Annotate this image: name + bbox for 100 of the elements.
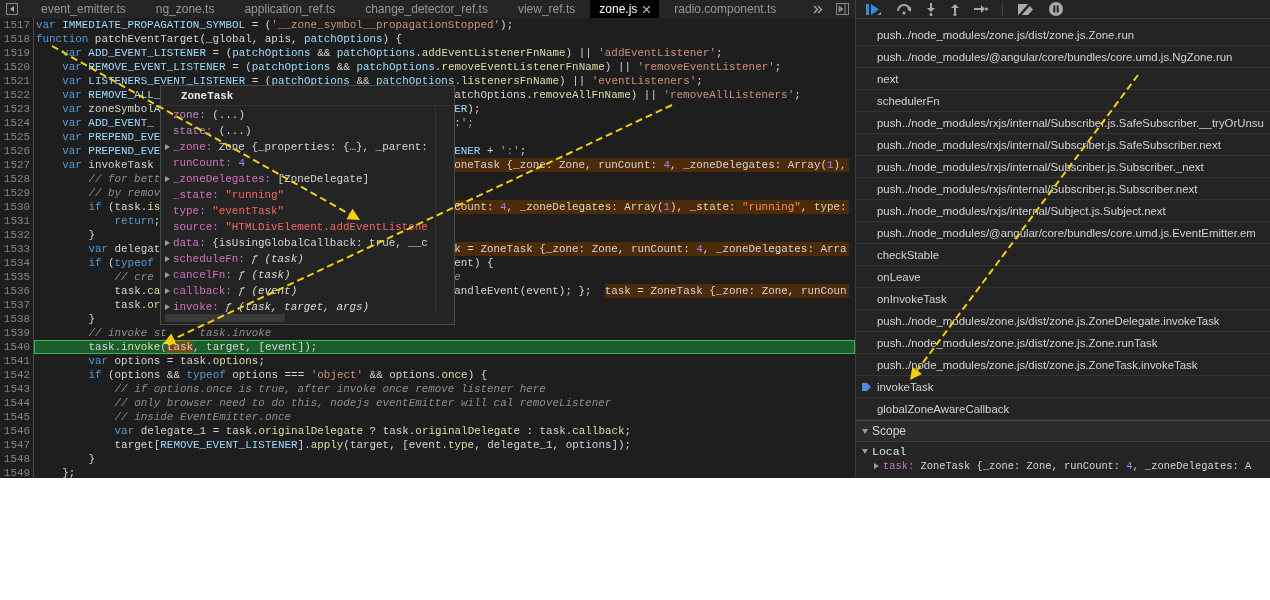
expand-icon[interactable] bbox=[862, 428, 868, 434]
code-text: } bbox=[87, 452, 95, 466]
pause-icon[interactable] bbox=[1049, 2, 1063, 16]
sidebar-toggle-icon[interactable] bbox=[6, 3, 18, 15]
expand-icon[interactable] bbox=[165, 288, 170, 294]
code-text: atchOptions.removeAllFnName) || 'removeAllListeners'; bbox=[454, 88, 801, 102]
code-text: :'; bbox=[454, 116, 474, 130]
variable-text: task: ZoneTask {_zone: Zone, runCount: 4, _zoneDelegates: A bbox=[883, 459, 1252, 472]
code-text: target[REMOVE_EVENT_LISTENER].apply(target, [event.type, delegate_1, options]); bbox=[113, 438, 632, 452]
code-text: // for bett bbox=[87, 172, 161, 186]
code-text: // only browser need to do this, nodejs eventEmitter will cal removeListener bbox=[113, 396, 612, 410]
step-into-icon[interactable] bbox=[926, 2, 936, 16]
expand-icon[interactable] bbox=[862, 449, 868, 454]
line-number: 1519 bbox=[0, 46, 34, 60]
property-text: state: (...) bbox=[173, 124, 252, 138]
line-number: 1530 bbox=[0, 200, 34, 214]
editor-tab[interactable]: radio.component.ts bbox=[659, 0, 792, 18]
code-text: andleEvent(event); }; bbox=[454, 284, 592, 298]
line-number: 1531 bbox=[0, 214, 34, 228]
call-frame[interactable]: schedulerFn bbox=[856, 90, 1270, 112]
editor-tab[interactable]: event_emitter.ts bbox=[26, 0, 141, 18]
line-number: 1542 bbox=[0, 368, 34, 382]
property-text: scheduleFn: ƒ (task) bbox=[173, 252, 304, 266]
line-number: 1525 bbox=[0, 130, 34, 144]
expand-icon[interactable] bbox=[165, 144, 170, 150]
line-number: 1527 bbox=[0, 158, 34, 172]
code-text: } bbox=[87, 228, 95, 242]
call-frame[interactable]: invokeTask bbox=[856, 376, 1270, 398]
code-text: var zoneSymbolA bbox=[61, 102, 161, 116]
call-frame[interactable]: push../node_modules/@angular/core/bundles/core.umd.js.EventEmitter.em bbox=[856, 222, 1270, 244]
code-text: if (task.is bbox=[87, 200, 161, 214]
line-number: 1521 bbox=[0, 74, 34, 88]
call-frame[interactable]: push../node_modules/rxjs/internal/Subscriber.js.Subscriber.next bbox=[856, 178, 1270, 200]
line-number: 1520 bbox=[0, 60, 34, 74]
step-icon[interactable] bbox=[974, 4, 988, 14]
code-text: e bbox=[454, 270, 461, 284]
line-number: 1533 bbox=[0, 242, 34, 256]
expand-icon[interactable] bbox=[165, 240, 170, 246]
call-frame[interactable]: onInvokeTask bbox=[856, 288, 1270, 310]
scope-label[interactable]: Local bbox=[872, 445, 907, 458]
property-text: zone: (...) bbox=[173, 108, 245, 122]
line-number: 1524 bbox=[0, 116, 34, 130]
code-text: var PREPEND_EVE bbox=[61, 144, 161, 158]
code-text: var invokeTask bbox=[61, 158, 154, 172]
line-number: 1535 bbox=[0, 270, 34, 284]
code-text: ENER + ':'; bbox=[454, 144, 527, 158]
call-frame[interactable]: push../node_modules/rxjs/internal/Subscriber.js.Subscriber._next bbox=[856, 156, 1270, 178]
inline-value: k = ZoneTask {_zone: Zone, runCount: 4, _zoneDelegates: Arra bbox=[454, 242, 849, 256]
editor-tab[interactable]: change_detector_ref.ts bbox=[350, 0, 503, 18]
code-text: // by remov bbox=[87, 186, 161, 200]
line-number: 1538 bbox=[0, 312, 34, 326]
line-number: 1532 bbox=[0, 228, 34, 242]
property-text: runCount: 4 bbox=[173, 156, 245, 170]
code-text: if (options && typeof options === 'object' && options.once) { bbox=[87, 368, 488, 382]
call-frame[interactable]: push../node_modules/rxjs/internal/Subscriber.js.SafeSubscriber.__tryOrUnsu bbox=[856, 112, 1270, 134]
call-frame[interactable]: checkStable bbox=[856, 244, 1270, 266]
call-frame[interactable]: onLeave bbox=[856, 266, 1270, 288]
line-number: 1536 bbox=[0, 284, 34, 298]
line-number: 1529 bbox=[0, 186, 34, 200]
call-frame[interactable]: push../node_modules/rxjs/internal/Subscriber.js.SafeSubscriber.next bbox=[856, 134, 1270, 156]
call-frame[interactable]: push../node_modules/rxjs/internal/Subject.js.Subject.next bbox=[856, 200, 1270, 222]
resume-icon[interactable] bbox=[866, 2, 882, 16]
call-frame[interactable]: next bbox=[856, 68, 1270, 90]
close-icon[interactable] bbox=[643, 5, 651, 13]
property-text: _state: "running" bbox=[173, 188, 285, 202]
expand-icon[interactable] bbox=[165, 256, 170, 262]
call-frame[interactable]: push../node_modules/zone.js/dist/zone.js.Zone.run bbox=[856, 24, 1270, 46]
code-text: var ADD_EVENT_ bbox=[61, 116, 154, 130]
editor-tab[interactable]: zone.js bbox=[590, 0, 660, 18]
expand-icon[interactable] bbox=[165, 176, 170, 182]
call-frame[interactable]: push../node_modules/zone.js/dist/zone.js.ZoneDelegate.invokeTask bbox=[856, 310, 1270, 332]
editor-tab[interactable]: ng_zone.ts bbox=[140, 0, 230, 18]
line-number: 1522 bbox=[0, 88, 34, 102]
editor-tab[interactable]: application_ref.ts bbox=[229, 0, 351, 18]
line-number: 1534 bbox=[0, 256, 34, 270]
code-text: // invoke st bbox=[87, 326, 167, 340]
deactivate-breakpoints-icon[interactable] bbox=[1017, 2, 1035, 16]
line-number: 1548 bbox=[0, 452, 34, 466]
panel-toggle-icon[interactable] bbox=[836, 3, 849, 15]
code-text: var PREPEND_EVE bbox=[61, 130, 161, 144]
double-chevron-icon[interactable] bbox=[813, 4, 824, 14]
code-text: task.or bbox=[113, 298, 161, 312]
code-text: task.invoke bbox=[199, 326, 272, 340]
code-text: // inside EventEmitter.once bbox=[113, 410, 292, 424]
line-number: 1537 bbox=[0, 298, 34, 312]
code-text: function patchEventTarget(_global, apis, patchOptions) { bbox=[36, 32, 403, 46]
line-number: 1549 bbox=[0, 466, 34, 478]
line-number: 1539 bbox=[0, 326, 34, 340]
scrollbar-thumb[interactable] bbox=[165, 314, 285, 322]
expand-icon[interactable] bbox=[165, 272, 170, 278]
call-frame[interactable]: push../node_modules/@angular/core/bundles/core.umd.js.NgZone.run bbox=[856, 46, 1270, 68]
line-number: 1526 bbox=[0, 144, 34, 158]
editor-tab[interactable]: view_ref.ts bbox=[502, 0, 591, 18]
code-text: return; bbox=[113, 214, 161, 228]
step-out-icon[interactable] bbox=[950, 2, 960, 16]
section-header[interactable]: Scope bbox=[856, 420, 1270, 442]
call-frame[interactable]: push../node_modules/zone.js/dist/zone.js.Zone.runTask bbox=[856, 332, 1270, 354]
line-number: 1547 bbox=[0, 438, 34, 452]
step-over-icon[interactable] bbox=[896, 3, 912, 15]
line-number: 1517 bbox=[0, 18, 34, 32]
